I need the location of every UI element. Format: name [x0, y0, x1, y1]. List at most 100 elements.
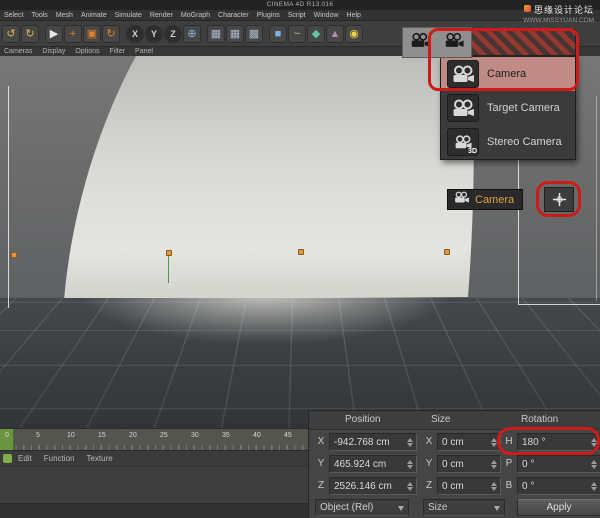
menu-item-plugins[interactable]: Plugins — [253, 12, 284, 19]
toolbar-camera-palette[interactable] — [402, 27, 472, 58]
add-generator-icon[interactable]: ◆ — [307, 25, 325, 43]
viewport-menu-display[interactable]: Display — [42, 48, 65, 55]
position-header: Position — [345, 414, 381, 425]
size-z-field[interactable]: 0 cm — [437, 477, 501, 495]
rotation-b-stepper[interactable] — [590, 479, 598, 493]
menu-item-render[interactable]: Render — [146, 12, 177, 19]
frame-label-30: 30 — [191, 432, 199, 439]
position-y-stepper[interactable] — [406, 457, 414, 471]
menu-item-animate[interactable]: Animate — [77, 12, 111, 19]
frame-label-0: 0 — [5, 432, 9, 439]
size-y-field[interactable]: 0 cm — [437, 455, 501, 473]
add-light-icon[interactable]: ◉ — [345, 25, 363, 43]
chevron-down-icon — [494, 506, 500, 514]
size-x-value: 0 cm — [442, 437, 464, 448]
position-x-stepper[interactable] — [406, 435, 414, 449]
axis-label-rot-b: B — [503, 480, 515, 491]
rotation-p-stepper[interactable] — [590, 457, 598, 471]
render-view-icon[interactable]: ▦ — [207, 25, 225, 43]
position-y-value: 465.924 cm — [334, 459, 386, 470]
rotation-p-value: 0 ° — [522, 459, 534, 470]
frame-label-5: 5 — [36, 432, 40, 439]
scale-tool-icon[interactable]: ▣ — [83, 25, 101, 43]
axis-label-size-y: Y — [423, 458, 435, 469]
menu-item-simulate[interactable]: Simulate — [111, 12, 146, 19]
frame-label-45: 45 — [284, 432, 292, 439]
axis-x-lock-button[interactable]: X — [126, 25, 144, 43]
menu-item-select[interactable]: Select — [0, 12, 27, 19]
undo-icon[interactable]: ↺ — [2, 25, 20, 43]
material-manager-area[interactable] — [0, 466, 308, 518]
menu-item-mograph[interactable]: MoGraph — [177, 12, 214, 19]
viewport-menu-panel[interactable]: Panel — [135, 48, 153, 55]
size-z-stepper[interactable] — [490, 479, 498, 493]
add-camera-palette-icon[interactable] — [443, 32, 465, 54]
add-spline-icon[interactable]: ~ — [288, 25, 306, 43]
camera-object-label[interactable]: Camera — [447, 189, 523, 210]
rotation-h-field[interactable]: 180 ° — [517, 433, 600, 451]
wireframe-edge-far-right — [596, 96, 597, 301]
size-x-stepper[interactable] — [490, 435, 498, 449]
manager-tab-texture[interactable]: Texture — [86, 454, 112, 463]
rotate-tool-icon[interactable]: ↻ — [102, 25, 120, 43]
flyout-item-camera[interactable]: Camera — [441, 57, 575, 91]
wireframe-edge-left — [8, 86, 9, 308]
flyout-item-stereo-camera[interactable]: 3D Stereo Camera — [441, 125, 575, 159]
scene-camera-icon[interactable] — [409, 32, 431, 54]
point-handle[interactable] — [11, 252, 17, 258]
live-selection-icon[interactable]: ▶ — [45, 25, 63, 43]
object-mode-dropdown[interactable]: Object (Rel) — [315, 499, 409, 516]
menu-item-window[interactable]: Window — [310, 12, 343, 19]
viewport-menu-filter[interactable]: Filter — [109, 48, 125, 55]
axis-z-lock-button[interactable]: Z — [164, 25, 182, 43]
axis-label-size-x: X — [423, 436, 435, 447]
redo-icon[interactable]: ↻ — [21, 25, 39, 43]
point-handle[interactable] — [166, 250, 172, 256]
frame-label-20: 20 — [129, 432, 137, 439]
flyout-label-camera: Camera — [487, 68, 526, 80]
menu-item-script[interactable]: Script — [284, 12, 310, 19]
timeline-ruler[interactable]: 051015202530354045 — [0, 428, 308, 450]
render-picture-viewer-icon[interactable]: ▦ — [226, 25, 244, 43]
frame-label-25: 25 — [160, 432, 168, 439]
axis-y-lock-button[interactable]: Y — [145, 25, 163, 43]
stereo-3d-badge: 3D — [468, 148, 477, 155]
camera-flyout-menu: Camera Target Camera 3D Stereo Camera — [440, 56, 576, 160]
coordinate-system-icon[interactable]: ⊕ — [183, 25, 201, 43]
menu-item-tools[interactable]: Tools — [27, 12, 51, 19]
point-handle[interactable] — [298, 249, 304, 255]
manager-tabs: Edit Function Texture — [0, 450, 308, 466]
size-y-stepper[interactable] — [490, 457, 498, 471]
position-y-field[interactable]: 465.924 cm — [329, 455, 417, 473]
manager-mode-icon[interactable] — [3, 454, 12, 463]
chevron-down-icon — [398, 506, 404, 514]
position-z-field[interactable]: 2526.146 cm — [329, 477, 417, 495]
position-z-stepper[interactable] — [406, 479, 414, 493]
position-x-value: -942.768 cm — [334, 437, 390, 448]
object-mode-value: Object (Rel) — [320, 502, 373, 513]
render-settings-icon[interactable]: ▩ — [245, 25, 263, 43]
manager-tab-function[interactable]: Function — [44, 454, 75, 463]
add-cube-icon[interactable]: ■ — [269, 25, 287, 43]
move-tool-icon[interactable]: + — [64, 25, 82, 43]
manager-tab-edit[interactable]: Edit — [18, 454, 32, 463]
size-x-field[interactable]: 0 cm — [437, 433, 501, 451]
menu-item-character[interactable]: Character — [214, 12, 253, 19]
watermark-url: WWW.MISSYUAN.COM — [523, 18, 594, 25]
add-deformer-icon[interactable]: ▲ — [326, 25, 344, 43]
menu-item-help[interactable]: Help — [343, 12, 365, 19]
position-x-field[interactable]: -942.768 cm — [329, 433, 417, 451]
apply-button[interactable]: Apply — [517, 499, 600, 516]
menu-item-mesh[interactable]: Mesh — [52, 12, 77, 19]
viewport-menu-options[interactable]: Options — [75, 48, 99, 55]
frame-label-40: 40 — [253, 432, 261, 439]
camera-target-crosshair-icon[interactable] — [544, 187, 574, 212]
rotation-b-field[interactable]: 0 ° — [517, 477, 600, 495]
viewport-menu-cameras[interactable]: Cameras — [4, 48, 32, 55]
flyout-item-target-camera[interactable]: Target Camera — [441, 91, 575, 125]
size-mode-dropdown[interactable]: Size — [423, 499, 505, 516]
rotation-h-stepper[interactable] — [590, 435, 598, 449]
rotation-p-field[interactable]: 0 ° — [517, 455, 600, 473]
point-handle[interactable] — [444, 249, 450, 255]
rotation-b-value: 0 ° — [522, 481, 534, 492]
